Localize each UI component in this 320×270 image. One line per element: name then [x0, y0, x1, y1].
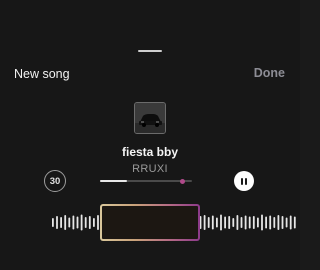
waveform-bar	[211, 215, 214, 230]
waveform-bar	[236, 215, 239, 230]
waveform-bar	[252, 216, 255, 229]
progress-track[interactable]	[100, 178, 192, 184]
waveform-bar	[277, 215, 280, 230]
progress-fill	[100, 180, 128, 182]
waveform-bar	[216, 217, 218, 228]
pause-button[interactable]	[234, 171, 254, 191]
waveform-bar	[273, 217, 276, 228]
pause-icon	[240, 177, 248, 185]
waveform-bar	[88, 216, 91, 229]
waveform-bar	[248, 216, 251, 229]
sheet-grabber[interactable]	[138, 50, 162, 52]
waveform-bar	[72, 215, 75, 230]
waveform-bar	[80, 214, 83, 231]
waveform-bar	[224, 216, 226, 229]
progress-knob[interactable]	[180, 178, 186, 184]
album-artwork	[134, 102, 166, 134]
waveform-bar	[60, 217, 62, 228]
clip-selection-window[interactable]	[100, 204, 200, 241]
waveform-bar	[93, 218, 95, 227]
waveform-bar	[84, 217, 87, 228]
waveform-bar	[76, 216, 79, 229]
waveform-bar	[207, 217, 210, 228]
waveform-bar	[68, 217, 71, 228]
car-artwork-icon	[135, 103, 165, 133]
waveform-bar	[244, 215, 247, 230]
duration-label: 30	[49, 175, 61, 187]
song-title: fiesta bby	[121, 145, 178, 159]
waveform-bar	[281, 216, 284, 229]
waveform-bar	[220, 214, 222, 231]
waveform-bar	[232, 218, 235, 227]
waveform-bar	[289, 215, 292, 230]
waveform-bar	[64, 215, 67, 230]
duration-button[interactable]: 30	[44, 170, 66, 192]
waveform-bar	[203, 215, 206, 230]
done-button[interactable]: Done	[254, 66, 285, 80]
music-picker-sheet: New song Done fiesta bby RRUXI 30	[0, 0, 300, 270]
waveform-bar	[293, 216, 296, 229]
waveform-bar	[52, 218, 54, 227]
song-artist: RRUXI	[132, 163, 168, 175]
waveform-bar	[285, 217, 288, 228]
waveform-bar	[261, 214, 263, 231]
waveform-bar	[97, 215, 99, 230]
waveform-bar	[257, 217, 259, 228]
waveform-bar	[269, 215, 272, 230]
header-title: New song	[14, 67, 70, 81]
waveform-bar	[228, 216, 231, 229]
waveform-bar	[240, 217, 243, 228]
waveform-bar	[56, 216, 58, 229]
waveform-bar	[265, 216, 267, 229]
